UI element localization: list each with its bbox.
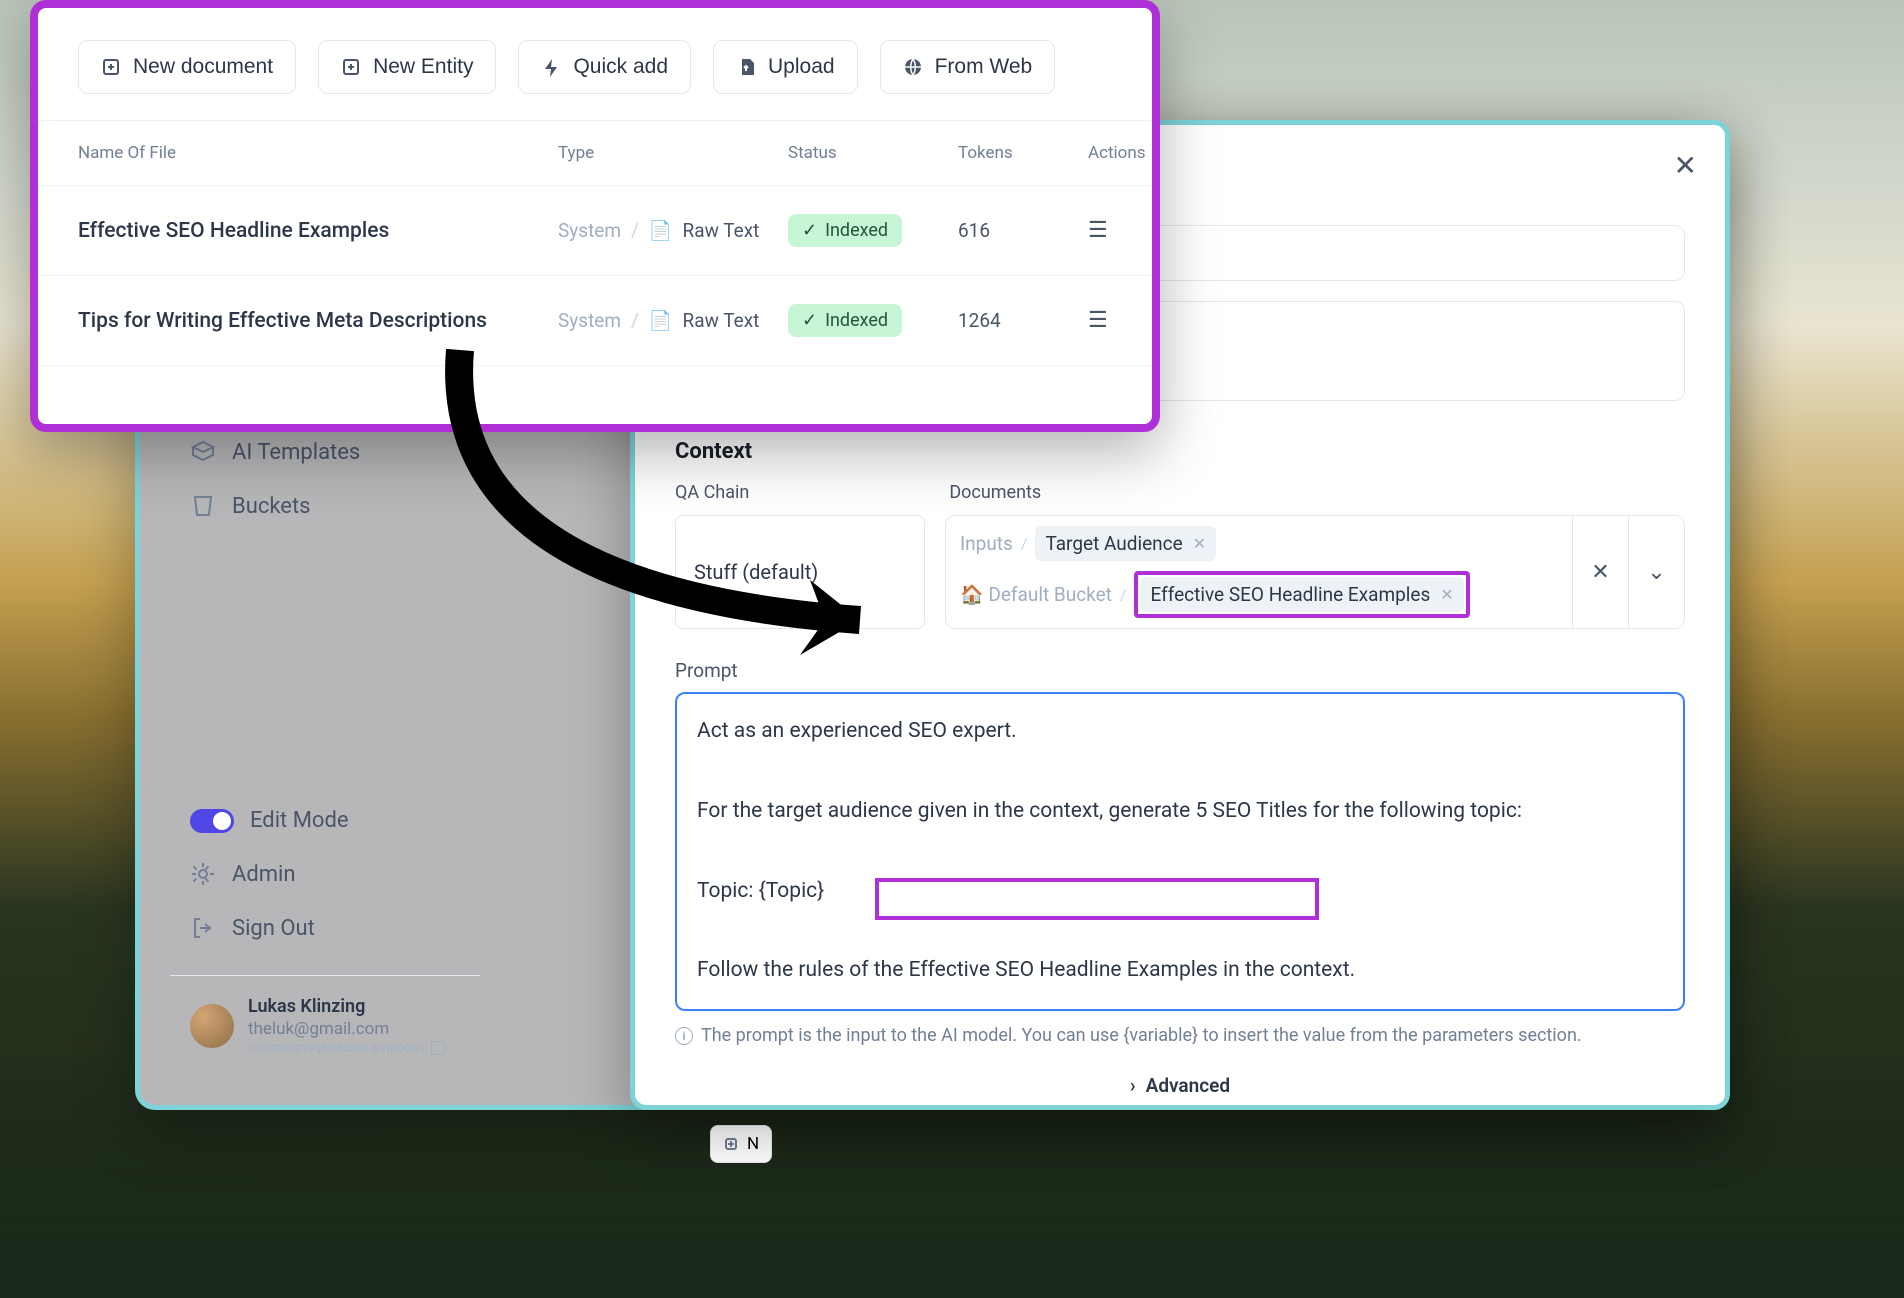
- sign-out-icon: [190, 915, 216, 941]
- from-web-button[interactable]: From Web: [880, 40, 1056, 94]
- quick-add-button[interactable]: Quick add: [518, 40, 691, 94]
- prompt-hint: i The prompt is the input to the AI mode…: [675, 1025, 1685, 1046]
- col-name: Name Of File: [78, 143, 558, 163]
- col-type: Type: [558, 143, 788, 163]
- box-icon: [190, 439, 216, 465]
- new-entity-button[interactable]: New Entity: [318, 40, 496, 94]
- nav-ai-templates[interactable]: AI Templates: [170, 425, 480, 479]
- docs-clear-button[interactable]: ✕: [1572, 516, 1628, 628]
- nav-buckets[interactable]: Buckets: [170, 479, 480, 533]
- file-toolbar: New document New Entity Quick add Upload…: [38, 8, 1152, 121]
- col-tokens: Tokens: [958, 143, 1088, 163]
- nav-admin[interactable]: Admin: [170, 847, 480, 901]
- bolt-icon: [541, 57, 561, 77]
- avatar: [190, 1004, 234, 1048]
- hint-text: The prompt is the input to the AI model.…: [701, 1025, 1582, 1046]
- button-label: Upload: [768, 55, 835, 79]
- copy-icon[interactable]: [431, 1041, 445, 1055]
- chip-label: Target Audience: [1045, 532, 1182, 555]
- gear-icon: [190, 861, 216, 887]
- chip-highlight: Effective SEO Headline Examples ✕: [1134, 571, 1469, 618]
- button-label: Quick add: [573, 55, 668, 79]
- user-id-row: fKFn92hdCYPylUbhz0tWJpWpDOB3: [248, 1041, 445, 1055]
- file-type: System / 📄 Raw Text: [558, 219, 788, 242]
- bucket-icon: [190, 493, 216, 519]
- chip-prefix-inputs: Inputs: [960, 532, 1013, 555]
- globe-icon: [903, 57, 923, 77]
- chip-remove-icon[interactable]: ✕: [1440, 585, 1453, 604]
- button-label: New Entity: [373, 55, 473, 79]
- close-button[interactable]: ✕: [1674, 149, 1697, 182]
- file-type: System / 📄 Raw Text: [558, 309, 788, 332]
- chip-effective-seo[interactable]: Effective SEO Headline Examples ✕: [1140, 577, 1463, 612]
- info-icon: i: [675, 1027, 693, 1045]
- file-name: Effective SEO Headline Examples: [78, 219, 558, 243]
- chip-prefix-bucket: 🏠 Default Bucket: [960, 583, 1112, 606]
- canvas-chip-label: N: [747, 1134, 759, 1154]
- nav-label: AI Templates: [232, 440, 360, 465]
- upload-button[interactable]: Upload: [713, 40, 858, 94]
- qa-chain-value: Stuff (default): [694, 560, 818, 584]
- canvas-chip[interactable]: N: [710, 1125, 772, 1163]
- user-name: Lukas Klinzing: [248, 996, 445, 1017]
- documents-field: Inputs / Target Audience ✕ 🏠 Default Buc…: [945, 515, 1685, 629]
- qa-chain-label: QA Chain: [675, 482, 749, 503]
- nav-label: Sign Out: [232, 916, 315, 941]
- documents-chips[interactable]: Inputs / Target Audience ✕ 🏠 Default Buc…: [946, 516, 1572, 628]
- file-table-header: Name Of File Type Status Tokens Actions: [38, 121, 1152, 186]
- new-document-button[interactable]: New document: [78, 40, 296, 94]
- docs-dropdown-button[interactable]: ⌄: [1628, 516, 1684, 628]
- nav-label: Buckets: [232, 494, 311, 519]
- button-label: New document: [133, 55, 273, 79]
- file-tokens: 616: [958, 219, 1088, 242]
- prompt-textarea[interactable]: Act as an experienced SEO expert. For th…: [675, 692, 1685, 1011]
- table-row[interactable]: Effective SEO Headline Examples System /…: [38, 186, 1152, 276]
- user-block: Lukas Klinzing theluk@gmail.com fKFn92hd…: [170, 975, 480, 1075]
- context-heading: Context: [675, 439, 1685, 464]
- row-actions-menu[interactable]: ☰: [1088, 308, 1178, 333]
- nav-label: Edit Mode: [250, 808, 349, 833]
- chip-remove-icon[interactable]: ✕: [1193, 534, 1206, 553]
- chip-label: Effective SEO Headline Examples: [1150, 583, 1430, 606]
- advanced-label: Advanced: [1146, 1074, 1230, 1097]
- file-panel: New document New Entity Quick add Upload…: [30, 0, 1160, 432]
- sidebar-footer: Edit Mode Admin Sign Out Lukas Klinzing …: [170, 794, 480, 1075]
- chip-target-audience[interactable]: Target Audience ✕: [1035, 526, 1216, 561]
- nav-sign-out[interactable]: Sign Out: [170, 901, 480, 955]
- status-badge: ✓ Indexed: [788, 214, 902, 247]
- user-id: fKFn92hdCYPylUbhz0tWJpWpDOB3: [248, 1042, 425, 1055]
- sidebar: AI Templates Buckets: [170, 425, 480, 533]
- col-status: Status: [788, 143, 958, 163]
- plus-square-icon: [341, 57, 361, 77]
- col-actions: Actions: [1088, 143, 1178, 163]
- file-upload-icon: [736, 57, 756, 77]
- prompt-label: Prompt: [675, 659, 1685, 682]
- status-badge: ✓ Indexed: [788, 304, 902, 337]
- plus-square-icon: [101, 57, 121, 77]
- table-row[interactable]: Tips for Writing Effective Meta Descript…: [38, 276, 1152, 366]
- advanced-toggle[interactable]: ›Advanced: [675, 1074, 1685, 1097]
- qa-chain-select[interactable]: Stuff (default): [675, 515, 925, 629]
- nav-label: Admin: [232, 862, 296, 887]
- toggle-switch[interactable]: [190, 809, 234, 833]
- documents-label: Documents: [949, 482, 1041, 503]
- user-email: theluk@gmail.com: [248, 1019, 445, 1039]
- button-label: From Web: [935, 55, 1033, 79]
- file-tokens: 1264: [958, 309, 1088, 332]
- edit-mode-toggle[interactable]: Edit Mode: [170, 794, 480, 847]
- row-actions-menu[interactable]: ☰: [1088, 218, 1178, 243]
- file-name: Tips for Writing Effective Meta Descript…: [78, 309, 558, 333]
